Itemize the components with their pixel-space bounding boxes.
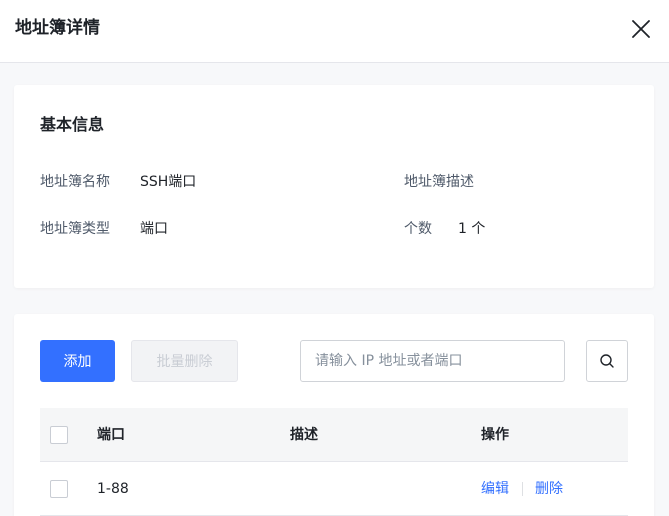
- delete-link[interactable]: 删除: [535, 480, 563, 498]
- row-port: 1-88: [97, 481, 129, 497]
- table-row: 1-88 编辑 删除: [40, 462, 628, 516]
- count-value: 1 个: [458, 221, 486, 237]
- edit-link[interactable]: 编辑: [481, 480, 509, 498]
- search-button[interactable]: [586, 340, 628, 382]
- close-icon: [632, 20, 650, 38]
- batch-delete-button[interactable]: 批量删除: [131, 340, 238, 382]
- search-icon: [600, 354, 614, 368]
- column-header-description: 描述: [290, 427, 318, 443]
- table-header: 端口 描述 操作: [40, 408, 628, 462]
- basic-info-card: 基本信息 地址簿名称 SSH端口 地址簿描述 地址簿类型 端口 个数 1 个: [14, 85, 654, 288]
- address-list-card: 添加 批量删除 端口 描述 操作 1-88 编辑 删除: [14, 314, 654, 516]
- column-header-port: 端口: [97, 427, 125, 443]
- name-value: SSH端口: [140, 174, 197, 190]
- add-button[interactable]: 添加: [40, 340, 115, 382]
- close-button[interactable]: [628, 16, 654, 42]
- column-header-actions: 操作: [481, 427, 509, 443]
- address-book-detail-drawer: 地址簿详情 基本信息 地址簿名称 SSH端口 地址簿描述 地址簿类型 端口 个数…: [0, 0, 669, 516]
- drawer-title: 地址簿详情: [15, 18, 100, 38]
- count-label: 个数: [404, 221, 432, 237]
- select-all-checkbox[interactable]: [50, 426, 68, 444]
- action-divider: [522, 482, 523, 496]
- type-value: 端口: [140, 221, 168, 237]
- name-label: 地址簿名称: [40, 174, 110, 190]
- row-checkbox[interactable]: [50, 480, 68, 498]
- basic-info-title: 基本信息: [40, 115, 105, 134]
- search-input[interactable]: [300, 340, 565, 382]
- type-label: 地址簿类型: [40, 221, 110, 237]
- description-label: 地址簿描述: [404, 174, 474, 190]
- drawer-header: 地址簿详情: [0, 0, 669, 63]
